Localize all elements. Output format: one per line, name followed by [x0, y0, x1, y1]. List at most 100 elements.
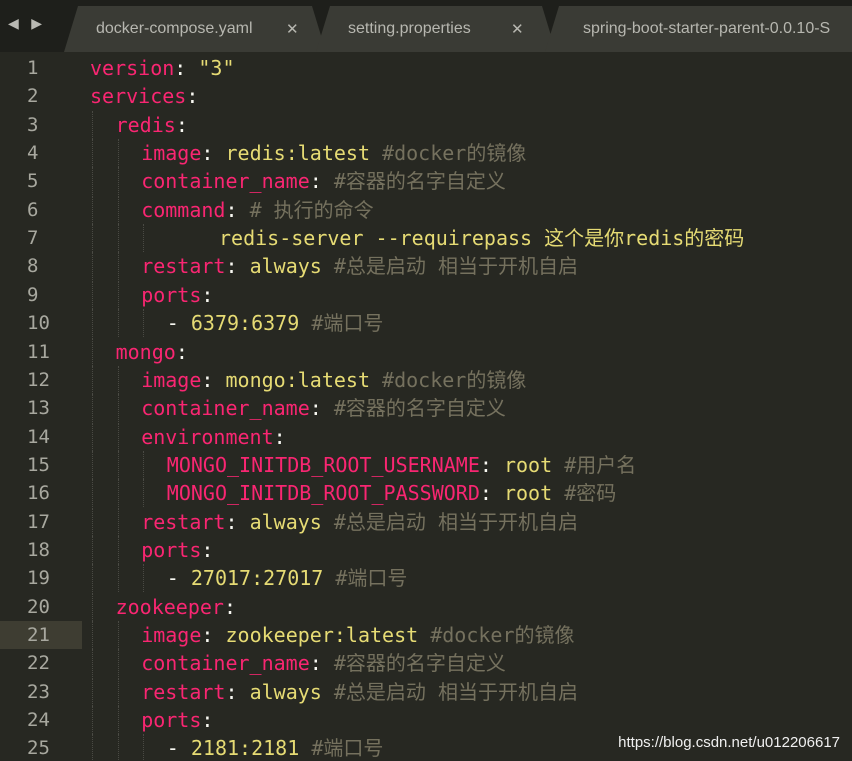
code-line[interactable]: 19 - 27017:27017 #端口号 — [0, 564, 852, 593]
yaml-comment: #总是启动 相当于开机自启 — [333, 254, 578, 279]
code-line[interactable]: 23 restart: always #总是启动 相当于开机自启 — [0, 677, 852, 706]
yaml-key: zookeeper — [115, 594, 224, 619]
code-line[interactable]: 24 ports: — [0, 706, 852, 735]
line-number: 19 — [27, 567, 50, 590]
indent-guide — [92, 309, 93, 338]
yaml-separator: : — [479, 452, 504, 477]
code-line[interactable]: 1 version: "3" — [0, 54, 852, 82]
yaml-comment: #用户名 — [564, 452, 637, 477]
code-line[interactable]: 4 image: redis:latest #docker的镜像 — [0, 139, 852, 168]
code-text: container_name: #容器的名字自定义 — [141, 394, 506, 422]
yaml-separator: : — [201, 623, 226, 647]
code-line[interactable]: 11 mongo: — [0, 337, 852, 366]
code-line[interactable]: 5 container_name: #容器的名字自定义 — [0, 167, 852, 196]
yaml-separator: : — [201, 141, 226, 166]
line-number: 22 — [27, 652, 50, 675]
code-line[interactable]: 7 redis-server --requirepass 这个是你redis的密码 — [0, 224, 852, 253]
line-number: 15 — [27, 453, 50, 476]
code-line[interactable]: 13 container_name: #容器的名字自定义 — [0, 394, 852, 423]
line-number: 9 — [27, 283, 39, 306]
code-line[interactable]: 12 image: mongo:latest #docker的镜像 — [0, 365, 852, 394]
yaml-key: services — [90, 84, 187, 109]
yaml-separator: : — [479, 481, 504, 506]
code-line[interactable]: 21 image: zookeeper:latest #docker的镜像 — [0, 621, 852, 649]
indent-guide — [92, 649, 93, 678]
code-line[interactable]: 16 MONGO_INITDB_ROOT_PASSWORD: root #密码 — [0, 479, 852, 508]
indent-guide — [92, 422, 93, 451]
yaml-key: container_name — [141, 651, 310, 676]
indent-guide — [117, 252, 119, 281]
code-text: restart: always #总是启动 相当于开机自启 — [141, 252, 578, 280]
yaml-separator: : — [175, 112, 188, 137]
indent-guide — [92, 195, 93, 224]
indent-guide — [143, 734, 145, 761]
yaml-separator: : — [175, 339, 188, 364]
code-line[interactable]: 20 zookeeper: — [0, 592, 852, 621]
code-line[interactable]: 8 restart: always #总是启动 相当于开机自启 — [0, 252, 852, 281]
code-line[interactable]: 22 container_name: #容器的名字自定义 — [0, 649, 852, 678]
yaml-separator: : — [273, 424, 286, 449]
indent-guide — [92, 564, 93, 593]
code-line[interactable]: 18 ports: — [0, 535, 852, 564]
code-editor[interactable]: 1 version: "3" 2 services: 3 redis: 4 image: re… — [0, 52, 852, 761]
line-number: 18 — [27, 538, 50, 561]
code-line[interactable]: 15 MONGO_INITDB_ROOT_USERNAME: root #用户名 — [0, 450, 852, 479]
yaml-key: image — [141, 141, 202, 166]
code-text: MONGO_INITDB_ROOT_PASSWORD: root #密码 — [167, 479, 616, 507]
code-text: image: redis:latest #docker的镜像 — [141, 139, 526, 167]
tab-close-icon[interactable]: ✕ — [286, 20, 299, 38]
tab-nav-arrows-icon[interactable]: ◀ ▶ — [8, 16, 46, 32]
indent-guide — [117, 224, 119, 253]
yaml-value: mongo:latest — [225, 367, 383, 392]
code-line[interactable]: 6 command: # 执行的命令 — [0, 195, 852, 224]
line-number: 11 — [27, 340, 50, 363]
indent-guide — [117, 535, 119, 564]
tab-label: setting.properties — [348, 20, 471, 37]
yaml-value: always — [249, 509, 334, 534]
yaml-value: redis:latest — [225, 141, 383, 166]
indent-guide — [92, 224, 93, 253]
yaml-comment: # 执行的命令 — [249, 197, 374, 222]
line-number: 4 — [27, 142, 39, 165]
code-line[interactable]: 9 ports: — [0, 280, 852, 309]
tab-setting-properties[interactable]: setting.properties ✕ — [316, 6, 556, 52]
line-number: 16 — [27, 482, 50, 505]
yaml-comment: #端口号 — [311, 736, 384, 761]
code-line[interactable]: 14 environment: — [0, 422, 852, 451]
code-line[interactable]: 2 services: — [0, 82, 852, 110]
indent-guide — [117, 365, 119, 394]
tab-spring-boot-starter-parent[interactable]: spring-boot-starter-parent-0.0.10-S — [545, 6, 852, 52]
yaml-value: "3" — [198, 56, 235, 80]
indent-guide — [92, 110, 93, 139]
indent-guide — [143, 309, 145, 338]
yaml-separator: : — [309, 169, 334, 194]
indent-guide — [117, 195, 119, 224]
tab-close-icon[interactable]: ✕ — [511, 20, 524, 38]
yaml-separator: - — [166, 736, 191, 761]
watermark: https://blog.csdn.net/u012206617 — [618, 734, 840, 751]
indent-guide — [92, 677, 93, 706]
code-text: container_name: #容器的名字自定义 — [141, 167, 506, 195]
code-line[interactable]: 3 redis: — [0, 110, 852, 139]
indent-guide — [92, 167, 93, 196]
indent-guide — [92, 337, 93, 366]
yaml-value: 6379:6379 — [190, 311, 312, 336]
code-text: restart: always #总是启动 相当于开机自启 — [141, 678, 578, 706]
indent-guide — [117, 394, 119, 423]
yaml-value: 27017:27017 — [190, 566, 336, 591]
yaml-key: ports — [141, 282, 202, 307]
yaml-key: image — [141, 367, 202, 392]
code-line[interactable]: 10 - 6379:6379 #端口号 — [0, 309, 852, 338]
code-text: redis: — [116, 111, 188, 139]
tab-docker-compose[interactable]: docker-compose.yaml ✕ — [64, 6, 326, 52]
yaml-comment: #端口号 — [311, 311, 384, 336]
code-text: ports: — [141, 706, 213, 734]
indent-guide — [92, 621, 93, 649]
code-text: image: zookeeper:latest #docker的镜像 — [141, 621, 574, 649]
yaml-comment: #总是启动 相当于开机自启 — [333, 679, 578, 704]
line-number: 5 — [27, 170, 39, 193]
yaml-key: redis — [115, 112, 176, 137]
code-line[interactable]: 17 restart: always #总是启动 相当于开机自启 — [0, 507, 852, 536]
indent-guide — [92, 507, 93, 536]
indent-guide — [143, 224, 145, 253]
